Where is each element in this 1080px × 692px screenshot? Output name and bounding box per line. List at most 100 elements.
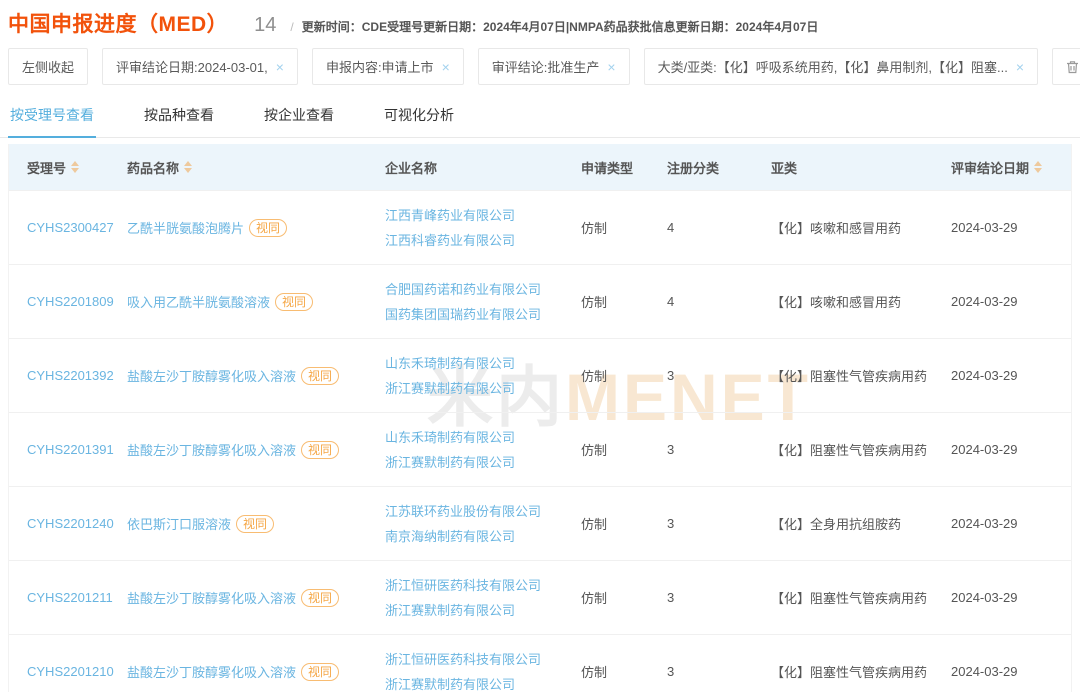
table-row: CYHS2201240 依巴斯汀口服溶液 视同 江苏联环药业股份有限公司 南京海纳制药有… <box>9 486 1071 560</box>
company-link[interactable]: 国药集团国瑞药业有限公司 <box>385 302 571 327</box>
clear-filters-button[interactable]: 清空 <box>1052 48 1080 85</box>
drug-name-link[interactable]: 盐酸左沙丁胺醇雾化吸入溶液 <box>127 662 296 681</box>
drug-name-cell: 盐酸左沙丁胺醇雾化吸入溶液 视同 <box>127 662 385 681</box>
company-link[interactable]: 江西青峰药业有限公司 <box>385 203 571 228</box>
drug-name-link[interactable]: 吸入用乙酰半胱氨酸溶液 <box>127 292 270 311</box>
application-type-cell: 仿制 <box>581 665 608 680</box>
subclass-cell: 【化】阻塞性气管疾病用药 <box>771 665 928 680</box>
status-badge: 视同 <box>236 514 275 533</box>
filter-chip-0[interactable]: 评审结论日期:2024-03-01, × <box>102 48 298 85</box>
collapse-left-button[interactable]: 左侧收起 <box>8 48 89 85</box>
close-icon[interactable]: × <box>1016 60 1024 74</box>
application-type-cell: 仿制 <box>581 443 608 458</box>
tab-0[interactable]: 按受理号查看 <box>8 99 96 138</box>
drug-name-cell: 盐酸左沙丁胺醇雾化吸入溶液 视同 <box>127 588 385 607</box>
company-link[interactable]: 江西科睿药业有限公司 <box>385 228 571 253</box>
close-icon[interactable]: × <box>607 60 615 74</box>
column-header-label: 受理号 <box>27 160 67 176</box>
registration-class-cell: 4 <box>667 294 675 309</box>
sort-icon[interactable] <box>71 161 80 173</box>
filter-chip-3[interactable]: 大类/亚类:【化】呼吸系统用药,【化】鼻用制剂,【化】阻塞... × <box>643 48 1039 85</box>
filter-chips: 评审结论日期:2024-03-01, × 申报内容:申请上市 × 审评结论:批准生产 × 大… <box>102 48 1039 85</box>
company-link[interactable]: 浙江恒研医药科技有限公司 <box>385 647 571 672</box>
drug-name-line: 盐酸左沙丁胺醇雾化吸入溶液 视同 <box>127 662 340 681</box>
company-link[interactable]: 浙江恒研医药科技有限公司 <box>385 573 571 598</box>
drug-name-line: 依巴斯汀口服溶液 视同 <box>127 514 275 533</box>
filter-chip-label: 评审结论日期:2024-03-01, <box>116 60 268 75</box>
application-type-cell: 仿制 <box>581 517 608 532</box>
review-date-cell: 2024-03-29 <box>951 220 1018 235</box>
drug-name-cell: 吸入用乙酰半胱氨酸溶液 视同 <box>127 292 385 311</box>
company-cell: 合肥国药诺和药业有限公司 国药集团国瑞药业有限公司 <box>385 277 581 327</box>
company-cell: 山东禾琦制药有限公司 浙江赛默制药有限公司 <box>385 351 581 401</box>
application-type-cell: 仿制 <box>581 369 608 384</box>
subclass-cell: 【化】阻塞性气管疾病用药 <box>771 591 928 606</box>
drug-name-cell: 盐酸左沙丁胺醇雾化吸入溶液 视同 <box>127 440 385 459</box>
column-header-label: 申请类型 <box>581 160 634 176</box>
drug-name-link[interactable]: 依巴斯汀口服溶液 <box>127 514 231 533</box>
table-header-row: 受理号 药品名称 企业名称 申请类型 注册分类 亚类 评审结论日期 <box>9 144 1071 190</box>
tab-3[interactable]: 可视化分析 <box>382 99 456 138</box>
drug-name-link[interactable]: 乙酰半胱氨酸泡腾片 <box>127 218 244 237</box>
column-header-3: 申请类型 <box>581 158 667 177</box>
drug-name-link[interactable]: 盐酸左沙丁胺醇雾化吸入溶液 <box>127 440 296 459</box>
company-link[interactable]: 浙江赛默制药有限公司 <box>385 376 571 401</box>
filter-chip-label: 大类/亚类:【化】呼吸系统用药,【化】鼻用制剂,【化】阻塞... <box>657 60 1008 75</box>
sort-desc-icon <box>184 168 193 173</box>
drug-name-link[interactable]: 盐酸左沙丁胺醇雾化吸入溶液 <box>127 588 296 607</box>
result-count: 14 <box>254 14 277 36</box>
review-date-cell: 2024-03-29 <box>951 442 1018 457</box>
company-cell: 江苏联环药业股份有限公司 南京海纳制药有限公司 <box>385 499 581 549</box>
filter-chip-2[interactable]: 审评结论:批准生产 × <box>477 48 630 85</box>
separator: / <box>290 20 294 34</box>
drug-name-line: 盐酸左沙丁胺醇雾化吸入溶液 视同 <box>127 588 340 607</box>
acceptance-no-cell: CYHS2201392 <box>9 368 127 383</box>
company-link[interactable]: 山东禾琦制药有限公司 <box>385 351 571 376</box>
acceptance-no-link[interactable]: CYHS2201809 <box>27 294 114 309</box>
column-header-label: 药品名称 <box>127 160 180 176</box>
acceptance-no-cell: CYHS2201210 <box>9 664 127 679</box>
table-row: CYHS2201392 盐酸左沙丁胺醇雾化吸入溶液 视同 山东禾琦制药有限公司 浙江赛默… <box>9 338 1071 412</box>
drug-name-cell: 依巴斯汀口服溶液 视同 <box>127 514 385 533</box>
company-link[interactable]: 浙江赛默制药有限公司 <box>385 672 571 692</box>
company-link[interactable]: 南京海纳制药有限公司 <box>385 524 571 549</box>
tab-2[interactable]: 按企业查看 <box>262 99 336 138</box>
drug-name-line: 乙酰半胱氨酸泡腾片 视同 <box>127 218 288 237</box>
table-row: CYHS2201211 盐酸左沙丁胺醇雾化吸入溶液 视同 浙江恒研医药科技有限公司 浙江… <box>9 560 1071 634</box>
filter-chip-1[interactable]: 申报内容:申请上市 × <box>311 48 464 85</box>
company-link[interactable]: 浙江赛默制药有限公司 <box>385 598 571 623</box>
company-link[interactable]: 合肥国药诺和药业有限公司 <box>385 277 571 302</box>
acceptance-no-link[interactable]: CYHS2201240 <box>27 516 114 531</box>
tab-bar: 按受理号查看 按品种查看 按企业查看 可视化分析 <box>0 87 1080 138</box>
company-link[interactable]: 江苏联环药业股份有限公司 <box>385 499 571 524</box>
filter-chip-label: 申报内容:申请上市 <box>325 60 434 75</box>
sort-icon[interactable] <box>184 161 193 173</box>
status-badge: 视同 <box>249 218 288 237</box>
sort-asc-icon <box>1034 161 1043 166</box>
table-body: CYHS2300427 乙酰半胱氨酸泡腾片 视同 江西青峰药业有限公司 江西科睿药业有限… <box>9 190 1071 692</box>
company-link[interactable]: 浙江赛默制药有限公司 <box>385 450 571 475</box>
table-row: CYHS2201210 盐酸左沙丁胺醇雾化吸入溶液 视同 浙江恒研医药科技有限公司 浙江… <box>9 634 1071 692</box>
page-header: 中国申报进度（MED） 14 / 更新时间：CDE受理号更新日期：2024年4月… <box>0 0 1080 38</box>
table-row: CYHS2201391 盐酸左沙丁胺醇雾化吸入溶液 视同 山东禾琦制药有限公司 浙江赛默… <box>9 412 1071 486</box>
status-badge: 视同 <box>301 588 340 607</box>
sort-icon[interactable] <box>1034 161 1043 173</box>
drug-name-cell: 盐酸左沙丁胺醇雾化吸入溶液 视同 <box>127 366 385 385</box>
acceptance-no-link[interactable]: CYHS2201391 <box>27 442 114 457</box>
company-list: 浙江恒研医药科技有限公司 浙江赛默制药有限公司 <box>385 573 571 623</box>
acceptance-no-link[interactable]: CYHS2201392 <box>27 368 114 383</box>
status-badge: 视同 <box>301 440 340 459</box>
column-header-inner: 亚类 <box>771 158 797 177</box>
review-date-cell: 2024-03-29 <box>951 368 1018 383</box>
subclass-cell: 【化】咳嗽和感冒用药 <box>771 221 902 236</box>
acceptance-no-link[interactable]: CYHS2201210 <box>27 664 114 679</box>
close-icon[interactable]: × <box>442 60 450 74</box>
tab-1[interactable]: 按品种查看 <box>142 99 216 138</box>
acceptance-no-link[interactable]: CYHS2300427 <box>27 220 114 235</box>
close-icon[interactable]: × <box>276 60 284 74</box>
drug-name-link[interactable]: 盐酸左沙丁胺醇雾化吸入溶液 <box>127 366 296 385</box>
company-link[interactable]: 山东禾琦制药有限公司 <box>385 425 571 450</box>
company-cell: 山东禾琦制药有限公司 浙江赛默制药有限公司 <box>385 425 581 475</box>
subclass-cell: 【化】阻塞性气管疾病用药 <box>771 369 928 384</box>
acceptance-no-link[interactable]: CYHS2201211 <box>27 590 113 605</box>
